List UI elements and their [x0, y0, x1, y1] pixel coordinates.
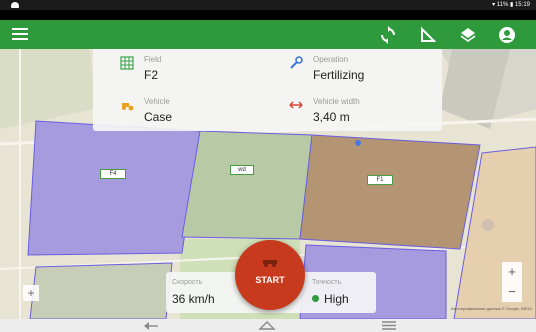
speed-value: 36 km/h — [172, 292, 215, 306]
operation-info[interactable]: Operation Fertilizing — [289, 49, 439, 89]
account-icon[interactable] — [497, 25, 517, 45]
tractor-icon — [263, 260, 277, 267]
start-label: START — [255, 275, 285, 285]
android-icon — [11, 2, 19, 8]
vehicle-width-value: 3,40 m — [313, 110, 350, 124]
hamburger-icon[interactable] — [12, 28, 28, 41]
recents-icon[interactable] — [378, 320, 400, 331]
layers-icon[interactable] — [458, 25, 478, 45]
status-bar: ▾ 11% ▮ 15:19 — [0, 0, 536, 10]
speed-label: Скорость — [172, 279, 203, 286]
field-marker-f4[interactable]: F4 — [100, 169, 126, 179]
vehicle-value: Case — [144, 110, 173, 124]
status-info: ▾ 11% ▮ 15:19 — [492, 2, 530, 8]
accuracy-value: High — [324, 292, 349, 306]
info-card: Field F2 Operation Fertilizing Vehicle C… — [93, 49, 442, 131]
zoom-in-button[interactable]: + — [502, 262, 522, 282]
accuracy-status-dot — [312, 295, 319, 302]
system-nav-bar — [0, 319, 536, 332]
tractor-icon — [122, 103, 134, 111]
vehicle-label: Vehicle — [144, 97, 170, 106]
wrench-icon — [290, 56, 303, 69]
operation-value: Fertilizing — [313, 68, 365, 82]
grid-icon — [120, 56, 134, 70]
measure-icon[interactable] — [418, 25, 438, 45]
zoom-out-button[interactable]: − — [502, 282, 522, 302]
operation-label: Operation — [313, 55, 349, 64]
field-label: Field — [144, 55, 162, 64]
field-marker-wd[interactable]: wd — [230, 165, 254, 175]
vehicle-width-label: Vehicle width — [313, 97, 360, 106]
field-info[interactable]: Field F2 — [120, 49, 270, 89]
width-arrows-icon — [289, 101, 303, 109]
vehicle-width-info[interactable]: Vehicle width 3,40 m — [289, 91, 439, 131]
field-value: F2 — [144, 68, 159, 82]
zoom-controls: + − — [502, 262, 522, 302]
sync-icon[interactable] — [378, 25, 398, 45]
map-attribution: Картографические данные © Google, INEGI — [450, 306, 532, 311]
home-icon[interactable] — [256, 320, 278, 331]
vehicle-info[interactable]: Vehicle Case — [120, 91, 270, 131]
app-bar — [0, 20, 536, 49]
accuracy-label: Точность — [312, 279, 342, 286]
field-marker-f1[interactable]: F1 — [367, 175, 393, 185]
back-icon[interactable] — [140, 320, 162, 331]
my-location-icon[interactable]: + — [23, 285, 39, 301]
start-button[interactable]: START — [235, 240, 305, 310]
